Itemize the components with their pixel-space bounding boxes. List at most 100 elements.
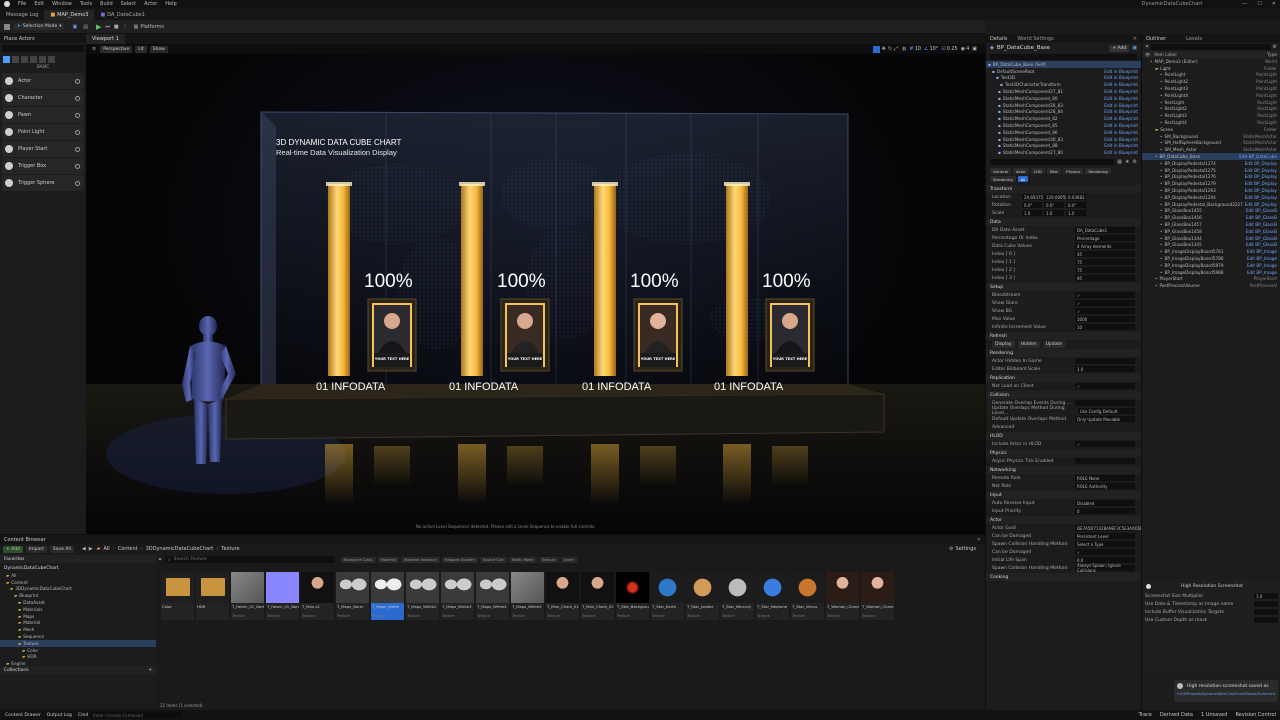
refresh-update-button[interactable]: Update [1042,340,1065,348]
derived-data-button[interactable]: Derived Data [1160,712,1193,718]
outliner-row[interactable]: • RectLight3 RectLight [1142,112,1280,119]
property-value[interactable] [1075,358,1135,365]
level-viewport[interactable]: Viewport 1 ≡ Perspective Lit Show ✥ ↻ ⤢ … [86,34,985,534]
texture-asset-tile[interactable]: T_Fabric_01_Dark Texture [231,572,264,620]
back-icon[interactable]: ◀ [82,546,86,552]
folder-tree-item[interactable]: ▰ Mesh [0,626,156,633]
details-tab[interactable]: Details [990,36,1007,42]
texture-asset-tile[interactable]: T_Maps_White2 Texture [406,572,439,620]
edit-in-blueprint-link[interactable]: Edit in Blueprint [1104,143,1141,148]
outliner-row[interactable]: • BP_ImageDisplayBoard5988 Edit BP_Image [1142,269,1280,276]
transform-z-field[interactable]: 0.0° [1066,202,1086,209]
favorite-icon[interactable]: ★ [1125,159,1129,165]
folder-tree-item[interactable]: ▰ Content [0,579,156,586]
grid-view-icon[interactable]: ▦ [1117,159,1122,165]
perspective-button[interactable]: Perspective [100,45,133,53]
minimize-icon[interactable]: — [1242,1,1247,7]
property-value[interactable]: ✓ [1075,292,1135,299]
world-settings-tab[interactable]: World Settings [1017,36,1053,42]
basic-icon[interactable] [12,55,19,63]
lights-icon[interactable] [21,55,28,63]
move-tool-icon[interactable]: ✥ [882,46,886,52]
outliner-row[interactable]: • BP_DisplayPedestal1274 Edit BP_Display [1142,160,1280,167]
texture-asset-tile[interactable]: T_Star_Mercury Texture [721,572,754,620]
help-icon[interactable] [75,163,80,169]
section-header[interactable]: Replication [986,374,1141,383]
edit-in-blueprint-link[interactable]: Edit in Blueprint [1104,103,1141,108]
component-item[interactable]: ▪ Text3D Edit in Blueprint [986,75,1141,82]
component-item[interactable]: ▪ StaticMeshComponent_80 Edit in Blueprint [986,95,1141,102]
edit-in-blueprint-link[interactable]: Edit in Blueprint [1104,75,1141,80]
outliner-row[interactable]: • BP_DisplayPedestal1279 Edit BP_Display [1142,180,1280,187]
help-icon[interactable] [75,112,80,118]
outliner-row[interactable]: ▰ Light Folder [1142,65,1280,72]
screenshot-toast[interactable]: High resolution screenshot saved as F:/U… [1174,680,1278,702]
save-icon[interactable] [4,23,10,30]
rotation-snap-icon[interactable]: ∠ [924,46,928,52]
section-header[interactable]: Input [986,491,1141,500]
type-filter-chip[interactable]: Texture [538,556,559,563]
edit-in-blueprint-link[interactable]: Edit in Blueprint [1104,69,1141,74]
folder-tree-item[interactable]: ▰ 3DDynamicDataCubeChart [0,586,156,593]
folder-tree-item[interactable]: ▰ All [0,572,156,579]
add-button[interactable]: + Add [3,545,23,553]
type-filter-chip[interactable]: Blueprint Class [341,556,376,563]
property-value[interactable] [1075,458,1135,465]
close-details-icon[interactable]: ✕ [1133,36,1137,42]
revision-control-button[interactable]: Revision Control [1235,712,1276,718]
camera-speed-icon[interactable]: ◉ [961,46,965,52]
outliner-row[interactable]: • BP_ImageDisplayBoard5979 Edit BP_Image [1142,262,1280,269]
cooking-section[interactable]: Cooking [986,573,1141,582]
folder-tree-item[interactable]: ▰ DataAsset [0,599,156,606]
details-settings-icon[interactable]: ⚙ [1133,159,1137,165]
tab-message-log[interactable]: Message Log [0,10,44,20]
place-actor-pawn[interactable]: Pawn [2,107,84,123]
section-header[interactable]: Physics [986,449,1141,458]
section-header[interactable]: Rendering [986,349,1141,358]
property-value[interactable]: Percentage [1075,235,1135,242]
step-icon[interactable]: ⏭ [105,24,110,30]
type-column[interactable]: Type [1267,52,1277,57]
folder-tree-item[interactable]: ▰ Sequence [0,633,156,640]
outliner-row[interactable]: • RectLight2 RectLight [1142,106,1280,113]
texture-asset-tile[interactable]: T_Woman_Chanel_01 Texture [826,572,859,620]
type-filter-chip[interactable]: Static Mesh [508,556,537,563]
type-filter-chip[interactable]: Material [377,556,399,563]
outliner-row[interactable]: • BP_GlassBox1344 Edit BP_GlassB [1142,235,1280,242]
place-actor-trigger-sphere[interactable]: Trigger Sphere [2,175,84,191]
outliner-row[interactable]: • RectLight4 RectLight [1142,119,1280,126]
transform-x-field[interactable]: 24.69375 [1022,194,1043,201]
outliner-row[interactable]: • SM_Background StaticMeshActor [1142,133,1280,140]
place-actor-character[interactable]: Character [2,90,84,106]
import-button[interactable]: Import [25,545,47,553]
property-value[interactable]: 0 [1075,508,1135,515]
property-value[interactable]: Persistent Level [1075,533,1135,540]
refresh-display-button[interactable]: Display [992,340,1015,348]
filter-tab-misc[interactable]: Misc [1046,168,1062,175]
unsaved-button[interactable]: 1 Unsaved [1201,712,1227,718]
content-browser-title[interactable]: Content Browser [4,537,46,543]
viewport-menu-icon[interactable]: ≡ [92,46,96,52]
edit-in-blueprint-link[interactable]: Edit in Blueprint [1104,123,1141,128]
texture-asset-tile[interactable]: T_Star_Jupiter Texture [686,572,719,620]
viewport-scene[interactable]: 3D DYNAMIC DATA CUBE CHART Real-time Dat… [86,54,985,534]
menu-tools[interactable]: Tools [76,1,96,7]
folder-tile[interactable]: HDR [196,572,229,620]
asset-search-input[interactable]: ⌕ Search Texture [165,556,336,563]
rotate-tool-icon[interactable]: ↻ [888,46,892,52]
outliner-search-input[interactable] [1151,44,1271,50]
menu-window[interactable]: Window [48,1,76,7]
help-icon[interactable] [75,95,80,101]
cmd-dropdown[interactable]: Cmd [75,712,91,719]
property-value[interactable]: Always Spawn, Ignore Collisions [1075,563,1135,573]
type-filter-chip[interactable]: Level [560,556,577,563]
outliner-row[interactable]: • SM_Mesh_Actor StaticMeshActor [1142,146,1280,153]
filter-tab-physics[interactable]: Physics [1063,168,1084,175]
place-actors-search[interactable] [2,45,84,52]
filter-tab-rendering[interactable]: Rendering [1085,168,1111,175]
shapes-icon[interactable] [30,55,37,63]
outliner-row[interactable]: • BP_GlassBox1455 Edit BP_GlassB [1142,208,1280,215]
screenshot-option-value[interactable] [1254,609,1278,615]
menu-edit[interactable]: Edit [30,1,48,7]
edit-in-blueprint-link[interactable]: Edit in Blueprint [1104,89,1141,94]
